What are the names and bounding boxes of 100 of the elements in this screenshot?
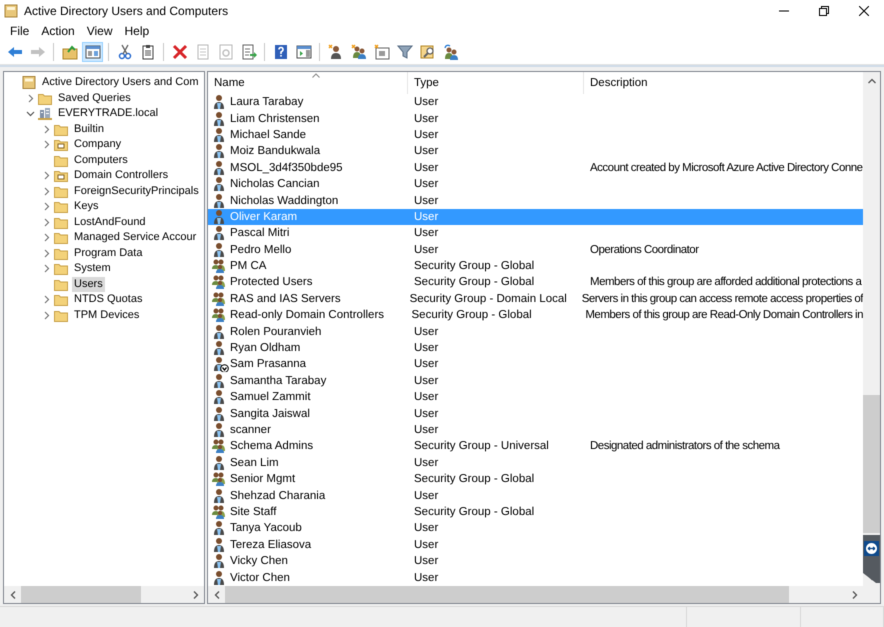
table-cell: PM CA — [230, 260, 266, 272]
table-row[interactable]: Protected Users Security Group - Global Members of this group are afforded additional protections a — [208, 274, 863, 291]
back-arrow-icon — [6, 44, 22, 60]
table-cell-text: User — [413, 391, 440, 404]
menu-item[interactable]: View — [80, 24, 118, 38]
tree-item[interactable]: Computers — [72, 152, 130, 168]
toolbar-button[interactable] — [82, 42, 103, 62]
expand-chevron-icon[interactable] — [42, 140, 50, 150]
tree-item[interactable]: Users — [72, 276, 105, 292]
tree-item[interactable]: EVERYTRADE.local — [56, 106, 160, 122]
close-icon[interactable] — [859, 6, 869, 16]
column-header[interactable]: Description — [584, 72, 863, 94]
table-cell-text: Security Group - Global — [413, 473, 536, 486]
table-cell: Pascal Mitri — [230, 227, 290, 240]
table-cell: Tanya Yacoub — [230, 522, 302, 534]
scrollbar-thumb[interactable] — [225, 586, 789, 603]
table-row[interactable]: RAS and IAS Servers Security Group - Domain Local Servers in this group can access remote access properties of — [208, 290, 863, 308]
table-row[interactable]: Samantha Tarabay User — [208, 372, 863, 390]
tree-item[interactable]: Program Data — [72, 246, 144, 261]
table-row[interactable]: Pedro Mello User Operations Coordinator — [208, 242, 863, 258]
table-cell: MSOL_3d4f350bde95 — [230, 162, 343, 174]
expand-chevron-icon[interactable] — [42, 233, 50, 242]
expand-chevron-icon[interactable] — [42, 202, 50, 212]
table-row[interactable]: Ryan Oldham User — [208, 340, 863, 356]
menu-item[interactable]: Action — [35, 24, 81, 38]
expand-chevron-icon[interactable] — [42, 218, 50, 227]
folder-icon — [54, 231, 68, 244]
table-row[interactable]: Nicholas Cancian User — [208, 176, 863, 192]
tree-item[interactable]: Managed Service Accour — [72, 230, 198, 246]
expand-chevron-icon[interactable] — [26, 94, 34, 103]
expand-chevron-icon[interactable] — [42, 186, 50, 196]
tree-item[interactable]: Keys — [72, 199, 100, 214]
remote-support-tab-icon[interactable] — [860, 535, 880, 583]
expand-chevron-icon[interactable] — [42, 171, 50, 180]
tree-item[interactable]: Active Directory Users and Com — [40, 75, 200, 90]
column-header[interactable]: Type — [408, 72, 584, 94]
table-row[interactable]: Sangita Jaiswal User — [208, 405, 863, 422]
scroll-right-icon[interactable] — [852, 590, 858, 598]
table-row[interactable]: Rolen Pouranvieh User — [208, 323, 863, 340]
table-row[interactable]: Read-only Domain Controllers Security Group - Global Members of this group are Read-Only Domain Controllers in — [208, 307, 863, 324]
table-row[interactable]: Schema Admins Security Group - Universal Designated administrators of the schema — [208, 438, 863, 455]
tree-item[interactable]: Company — [72, 137, 124, 152]
tree-item[interactable]: Saved Queries — [56, 90, 133, 106]
table-row[interactable]: Tanya Yacoub User — [208, 520, 863, 537]
table-cell-text: User — [413, 522, 440, 534]
table-row[interactable]: PM CA Security Group - Global — [208, 258, 863, 274]
expand-chevron-icon[interactable] — [42, 310, 50, 320]
table-row[interactable]: Laura Tarabay User — [208, 94, 863, 110]
table-cell: Protected Users — [230, 276, 312, 288]
tree-item[interactable]: Domain Controllers — [72, 168, 170, 184]
table-row[interactable]: Vicky Chen User — [208, 552, 863, 570]
table-row[interactable]: Michael Sande User — [208, 126, 863, 144]
table-row[interactable]: Victor Chen User — [208, 569, 863, 586]
table-row[interactable]: MSOL_3d4f350bde95 User Account created by Microsoft Azure Active Directory Conne — [208, 160, 863, 176]
table-row[interactable]: scanner User — [208, 422, 863, 438]
table-cell-text: Security Group - Global — [413, 260, 536, 272]
expand-chevron-icon[interactable] — [42, 248, 50, 258]
scrollbar-thumb[interactable] — [21, 586, 141, 603]
console-icon — [22, 76, 36, 90]
table-row[interactable]: Site Staff Security Group - Global — [208, 504, 863, 520]
table-row[interactable]: Nicholas Waddington User — [208, 192, 863, 209]
table-row[interactable]: Samuel Zammit User — [208, 389, 863, 406]
tree-item[interactable]: NTDS Quotas — [72, 292, 144, 308]
table-cell: Schema Admins — [230, 440, 314, 452]
folder-icon — [54, 122, 68, 136]
menu-item[interactable]: Help — [118, 24, 156, 38]
tree-item[interactable]: Builtin — [72, 122, 106, 137]
table-cell: Tereza Eliasova — [230, 538, 312, 551]
table-row[interactable]: Moiz Bandukwala User — [208, 143, 863, 160]
table-row[interactable]: Shehzad Charania User — [208, 487, 863, 504]
menu-item[interactable]: File — [4, 24, 36, 38]
table-row[interactable]: Liam Christensen User — [208, 110, 863, 127]
tree-item[interactable]: System — [72, 261, 113, 276]
expand-chevron-icon[interactable] — [42, 124, 50, 134]
expand-chevron-icon[interactable] — [42, 264, 50, 274]
table-row[interactable]: Sean Lim User — [208, 454, 863, 471]
table-cell: Sangita Jaiswal — [230, 408, 310, 420]
table-cell-text: Security Group - Global — [413, 276, 536, 288]
table-row[interactable]: Tereza Eliasova User — [208, 536, 863, 553]
scroll-right-icon[interactable] — [192, 590, 198, 598]
table-cell: Samantha Tarabay — [230, 374, 326, 387]
table-row[interactable]: Pascal Mitri User — [208, 225, 863, 242]
table-cell: Pedro Mello — [230, 244, 292, 256]
column-header[interactable]: Name — [208, 72, 408, 94]
table-cell-text: User — [413, 572, 440, 584]
scroll-up-icon[interactable] — [868, 78, 876, 84]
table-row[interactable]: Senior Mgmt Security Group - Global — [208, 470, 863, 488]
table-cell: RAS and IAS Servers — [230, 292, 341, 305]
table-cell-text: Members of this group are Read-Only Domain Controllers in — [584, 309, 863, 322]
table-cell-text: Members of this group are afforded additional protections a — [589, 276, 863, 288]
tree-item[interactable]: TPM Devices — [72, 308, 142, 323]
scroll-left-icon[interactable] — [214, 590, 220, 598]
scroll-left-icon[interactable] — [10, 590, 16, 598]
tree-item[interactable]: LostAndFound — [72, 214, 148, 230]
restore-icon[interactable] — [819, 6, 829, 16]
tree-item[interactable]: ForeignSecurityPrincipals — [72, 184, 201, 199]
table-cell-text: User — [413, 227, 440, 240]
scrollbar-thumb[interactable] — [863, 395, 880, 533]
expand-chevron-icon[interactable] — [42, 295, 50, 304]
collapse-chevron-icon[interactable] — [26, 109, 34, 118]
